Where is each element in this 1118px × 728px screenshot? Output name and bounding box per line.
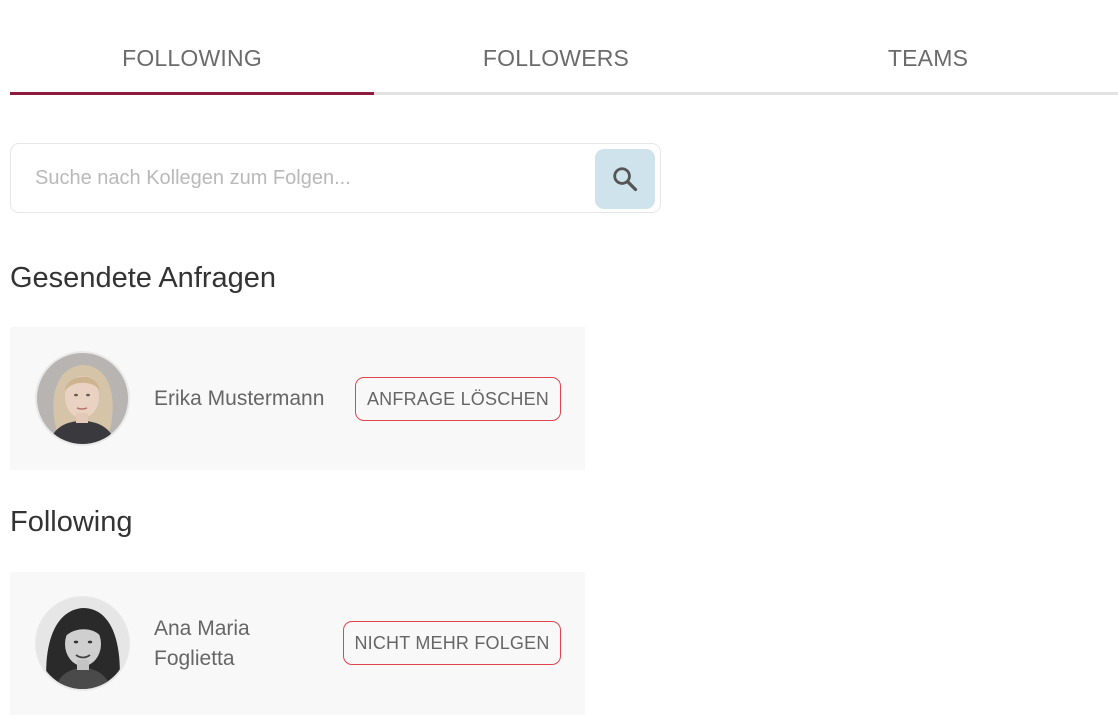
search-button[interactable] (595, 149, 655, 209)
search-box (10, 143, 661, 213)
avatar-photo-icon (37, 598, 128, 689)
avatar[interactable] (35, 351, 130, 446)
person-name[interactable]: Erika Mustermann (154, 384, 324, 414)
tab-followers-label: FOLLOWERS (482, 45, 630, 71)
avatar[interactable] (35, 596, 130, 691)
unfollow-button[interactable]: NICHT MEHR FOLGEN (343, 621, 561, 665)
person-name[interactable]: Ana Maria Foglietta (154, 614, 304, 674)
tab-following[interactable]: FOLLOWING (10, 0, 374, 95)
tab-following-label: FOLLOWING (122, 45, 262, 71)
sent-requests-heading: Gesendete Anfragen (10, 262, 277, 294)
following-heading: Following (10, 506, 133, 538)
tab-followers[interactable]: FOLLOWERS (374, 0, 738, 95)
sent-request-card: Erika Mustermann ANFRAGE LÖSCHEN (10, 327, 585, 470)
tab-teams-label: TEAMS (887, 45, 969, 71)
avatar-photo-icon (37, 353, 128, 444)
search-input[interactable] (11, 144, 596, 212)
search-icon (613, 167, 638, 192)
following-card: Ana Maria Foglietta NICHT MEHR FOLGEN (10, 572, 585, 715)
delete-request-button[interactable]: ANFRAGE LÖSCHEN (355, 377, 561, 421)
tab-bar: FOLLOWING FOLLOWERS TEAMS (10, 0, 1118, 95)
tab-teams[interactable]: TEAMS (738, 0, 1118, 95)
